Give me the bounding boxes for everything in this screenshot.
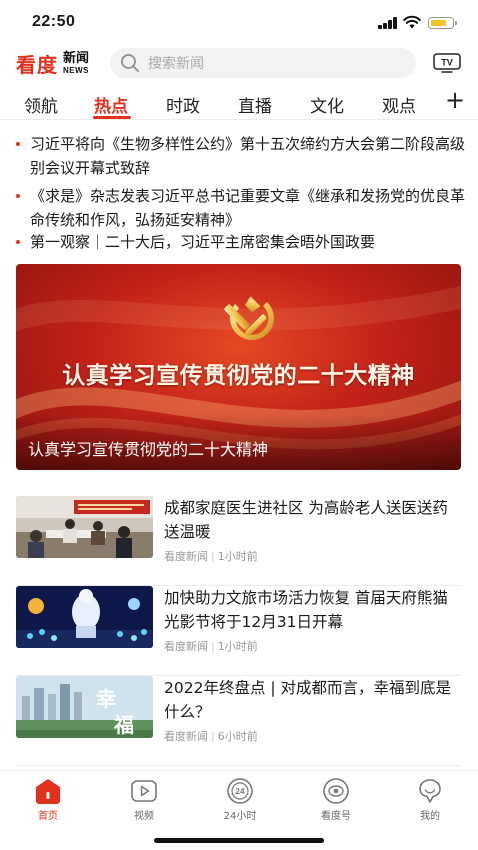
logo-sub-en: NEWS [63, 65, 89, 75]
news-source: 看度新闻 [164, 640, 208, 653]
svg-text:24: 24 [236, 787, 245, 796]
tab-redian[interactable]: 热点 [94, 92, 128, 117]
add-channel-button[interactable]: + [445, 88, 465, 112]
channel-tabs: 领航 热点 时政 直播 文化 观点 + [0, 86, 478, 120]
status-time: 22:50 [32, 13, 76, 30]
tv-icon[interactable]: TV [433, 53, 461, 73]
tab-lingHang[interactable]: 领航 [24, 92, 58, 117]
news-thumbnail [16, 586, 153, 648]
app-logo: 看度 新闻 NEWS [16, 47, 89, 79]
nav-kanduhao[interactable]: 看度号 [306, 777, 366, 822]
nav-kanduhao-label: 看度号 [321, 811, 351, 822]
news-source: 看度新闻 [164, 730, 208, 743]
logo-brand: 看度 [16, 52, 58, 77]
home-indicator[interactable] [154, 838, 324, 843]
news-item[interactable]: 加快助力文旅市场活力恢复 首届天府熊猫光影节将于12月31日开幕 看度新闻 | 1小… [16, 586, 461, 676]
app-screen: 22:50 看度 新闻 NEWS 搜索新闻 TV 领航 热点 时政 直播 文化 … [0, 0, 478, 850]
status-bar: 22:50 [0, 0, 478, 44]
news-meta: 看度新闻 | 1小时前 [164, 550, 258, 563]
nav-home-label: 首页 [38, 811, 58, 822]
news-item[interactable]: 成都家庭医生进社区 为高龄老人送医送药送温暖 看度新闻 | 1小时前 [16, 496, 461, 586]
thumb-xing-text: 福 [113, 713, 134, 737]
search-bar[interactable]: 搜索新闻 [110, 48, 416, 78]
wifi-icon [403, 15, 421, 29]
cellular-signal-icon [378, 17, 398, 29]
headline-item[interactable]: 《求是》杂志发表习近平总书记重要文章《继承和发扬党的优良革命传统和作风，弘扬延安… [16, 184, 466, 232]
nav-video[interactable]: 视频 [114, 777, 174, 822]
nav-mine[interactable]: 我的 [400, 777, 460, 822]
thumb-fu-text: 幸 [96, 687, 116, 711]
headline-item[interactable]: 第一观察｜二十大后，习近平主席密集会晤外国政要 [16, 230, 466, 254]
news-title: 成都家庭医生进社区 为高龄老人送医送药送温暖 [164, 499, 448, 541]
news-title: 2022年终盘点 | 对成都而言，幸福到底是什么？ [164, 679, 452, 721]
party-emblem-icon [224, 296, 274, 341]
news-meta: 看度新闻 | 1小时前 [164, 640, 258, 653]
profile-icon [419, 779, 441, 803]
nav-24hours-label: 24小时 [223, 811, 257, 822]
active-tab-indicator [93, 116, 131, 119]
tab-wenhua[interactable]: 文化 [310, 92, 344, 117]
news-source: 看度新闻 [164, 550, 208, 563]
search-icon [121, 54, 139, 72]
news-thumbnail [16, 496, 153, 558]
headline-text: 第一观察｜二十大后，习近平主席密集会晤外国政要 [30, 233, 376, 251]
app-header: 看度 新闻 NEWS 搜索新闻 TV [0, 44, 478, 84]
nav-video-label: 视频 [134, 811, 154, 822]
bullet-dot [16, 194, 20, 198]
nav-24hours[interactable]: 24 24小时 [210, 777, 270, 822]
video-icon [131, 780, 157, 802]
home-icon [36, 779, 60, 804]
battery-icon [428, 17, 457, 29]
news-thumbnail: 幸 福 [16, 676, 153, 738]
featured-banner[interactable]: 认真学习宣传贯彻党的二十大精神 认真学习宣传贯彻党的二十大精神 [16, 264, 461, 470]
headline-item[interactable]: 习近平将向《生物多样性公约》第十五次缔约方大会第二阶段高级别会议开幕式致辞 [16, 132, 466, 180]
tab-zhibo[interactable]: 直播 [238, 92, 272, 117]
eye-icon [323, 778, 349, 804]
tv-icon-label: TV [441, 58, 453, 68]
bullet-dot [16, 142, 20, 146]
news-title: 加快助力文旅市场活力恢复 首届天府熊猫光影节将于12月31日开幕 [164, 589, 448, 631]
news-time: 1小时前 [217, 550, 258, 563]
tab-shizheng[interactable]: 时政 [166, 92, 200, 117]
news-item[interactable]: 幸 福 2022年终盘点 | 对成都而言，幸福到底是什么？ 看度新闻 | 6小时前 [16, 676, 461, 766]
news-time: 6小时前 [217, 730, 258, 743]
nav-home[interactable]: 首页 [18, 777, 78, 822]
headline-text: 习近平将向《生物多样性公约》第十五次缔约方大会第二阶段高级别会议开幕式致辞 [30, 135, 466, 177]
headline-text: 《求是》杂志发表习近平总书记重要文章《继承和发扬党的优良革命传统和作风，弘扬延安… [30, 187, 466, 229]
24-hours-icon: 24 [227, 778, 253, 804]
search-placeholder: 搜索新闻 [148, 56, 204, 72]
news-meta: 看度新闻 | 6小时前 [164, 730, 258, 743]
nav-mine-label: 我的 [420, 811, 440, 822]
tab-guandian[interactable]: 观点 [382, 92, 416, 117]
logo-sub-cn: 新闻 [63, 50, 90, 66]
bullet-dot [16, 240, 20, 244]
news-time: 1小时前 [217, 640, 258, 653]
banner-headline: 认真学习宣传贯彻党的二十大精神 [62, 362, 415, 389]
banner-caption: 认真学习宣传贯彻党的二十大精神 [28, 440, 269, 459]
